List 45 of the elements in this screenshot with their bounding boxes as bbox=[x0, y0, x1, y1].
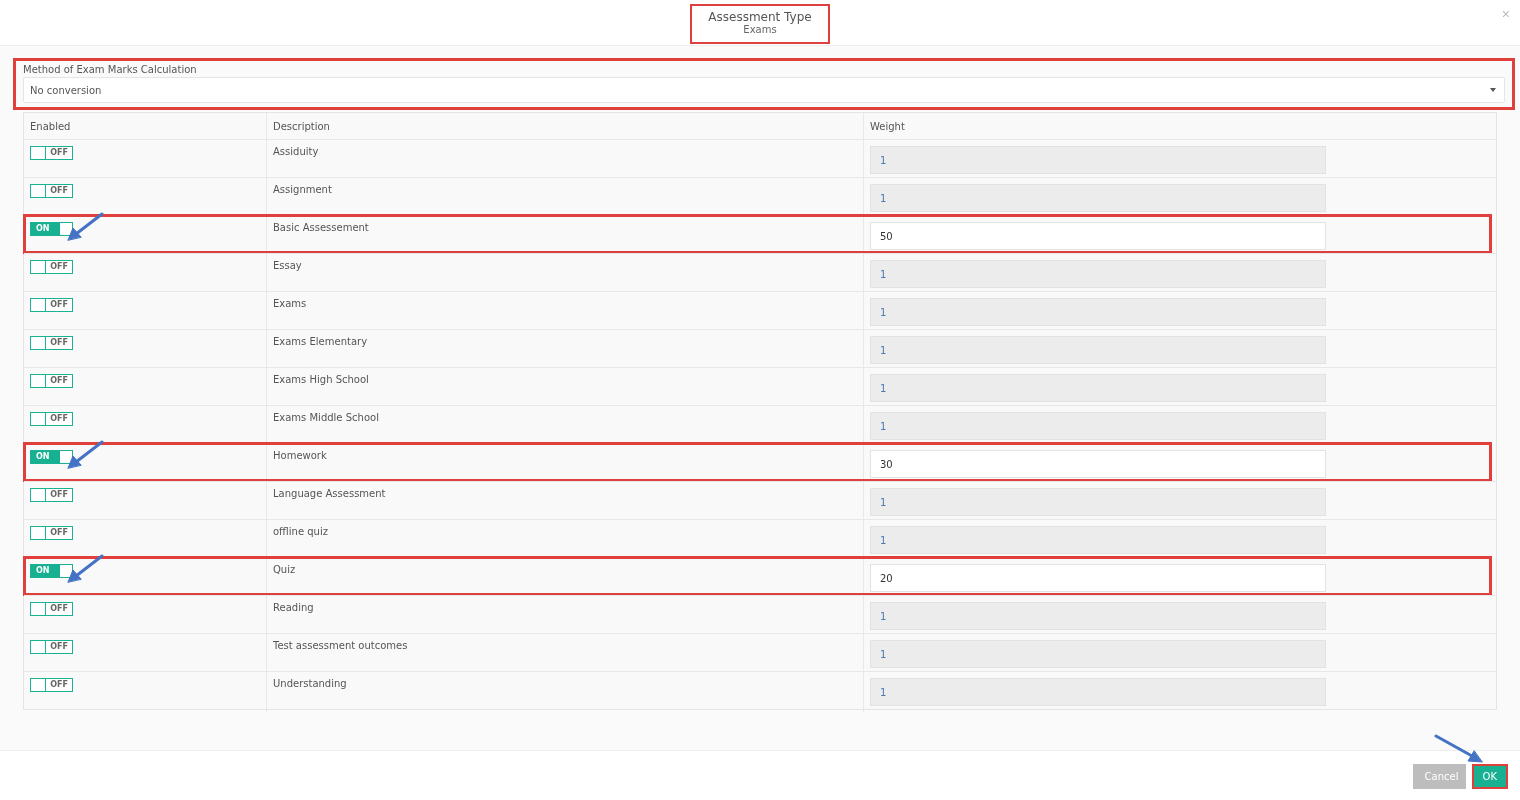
description-cell: Exams Elementary bbox=[266, 330, 863, 370]
arrow-icon bbox=[66, 554, 104, 584]
toggle-switch[interactable]: OFF bbox=[30, 488, 73, 502]
description-cell: Basic Assessement bbox=[266, 216, 863, 256]
weight-field[interactable]: 30 bbox=[870, 450, 1326, 478]
toggle-switch[interactable]: OFF bbox=[30, 678, 73, 692]
description-cell: Homework bbox=[266, 444, 863, 484]
toggle-switch[interactable]: OFF bbox=[30, 374, 73, 388]
toggle-switch[interactable]: OFF bbox=[30, 260, 73, 274]
method-select[interactable]: No conversion bbox=[23, 77, 1505, 103]
toggle-switch[interactable]: ON bbox=[30, 450, 73, 464]
description-cell: Essay bbox=[266, 254, 863, 294]
column-header: Weight bbox=[863, 113, 1496, 139]
description-cell: Quiz bbox=[266, 558, 863, 598]
description-cell: Assiduity bbox=[266, 140, 863, 180]
description-cell: Exams High School bbox=[266, 368, 863, 408]
toggle-switch[interactable]: OFF bbox=[30, 526, 73, 540]
column-header: Enabled bbox=[29, 120, 72, 134]
column-header: Description bbox=[266, 113, 863, 139]
description-cell: Test assessment outcomes bbox=[266, 634, 863, 674]
weight-field[interactable]: 20 bbox=[870, 564, 1326, 592]
description-cell: Reading bbox=[266, 596, 863, 636]
ok-button[interactable]: OK bbox=[1471, 764, 1508, 789]
description-cell: offline quiz bbox=[266, 520, 863, 560]
toggle-switch[interactable]: OFF bbox=[30, 602, 73, 616]
dialog-title: Assessment Type Exams bbox=[690, 4, 830, 44]
toggle-switch[interactable]: OFF bbox=[30, 298, 73, 312]
description-cell: Exams Middle School bbox=[266, 406, 863, 446]
arrow-icon bbox=[66, 212, 104, 242]
toggle-switch[interactable]: OFF bbox=[30, 184, 73, 198]
toggle-switch[interactable]: OFF bbox=[30, 412, 73, 426]
method-label: Method of Exam Marks Calculation bbox=[23, 64, 198, 77]
description-cell: Understanding bbox=[266, 672, 863, 712]
weight-field[interactable]: 50 bbox=[870, 222, 1326, 250]
arrow-icon bbox=[66, 440, 104, 470]
toggle-switch[interactable]: ON bbox=[30, 564, 73, 578]
description-cell: Language Assessment bbox=[266, 482, 863, 522]
toggle-switch[interactable]: OFF bbox=[30, 640, 73, 654]
description-cell: Exams bbox=[266, 292, 863, 332]
toggle-switch[interactable]: OFF bbox=[30, 336, 73, 350]
description-cell: Assignment bbox=[266, 178, 863, 218]
toggle-switch[interactable]: ON bbox=[30, 222, 73, 236]
arrow-icon bbox=[1433, 734, 1484, 764]
toggle-switch[interactable]: OFF bbox=[30, 146, 73, 160]
caret-icon bbox=[1490, 88, 1496, 92]
